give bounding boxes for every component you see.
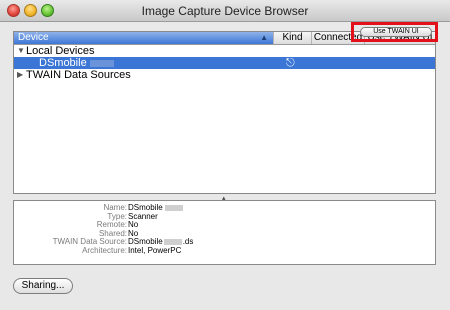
window-title: Image Capture Device Browser: [141, 4, 309, 18]
disclosure-closed-icon[interactable]: ▶: [17, 69, 23, 81]
info-key: Architecture:: [82, 245, 127, 255]
group-twain-data-sources[interactable]: ▶ TWAIN Data Sources: [14, 69, 435, 81]
group-local-devices[interactable]: ▼ Local Devices: [14, 45, 435, 57]
info-value-text: DSmobile: [128, 203, 163, 212]
info-value: Intel, PowerPC: [128, 245, 182, 255]
sharing-button[interactable]: Sharing...: [13, 278, 73, 294]
image-capture-window: Image Capture Device Browser Device ▲ Ki…: [0, 0, 450, 310]
device-list[interactable]: Device ▲ Kind Connected Use TWAIN UI ▼ L…: [13, 31, 436, 194]
redacted-serial: [164, 204, 183, 211]
redacted-serial: [163, 238, 182, 245]
title-bar[interactable]: Image Capture Device Browser: [0, 0, 450, 22]
device-name: DSmobile: [39, 57, 114, 69]
info-value-suffix: .ds: [182, 237, 194, 246]
sort-ascending-icon: ▲: [260, 33, 268, 42]
redacted-serial: [89, 59, 114, 67]
column-device[interactable]: Device ▲: [14, 32, 273, 44]
use-twain-ui-button[interactable]: Use TWAIN UI: [360, 27, 432, 37]
column-kind[interactable]: Kind: [273, 32, 311, 44]
disclosure-open-icon[interactable]: ▼: [17, 45, 25, 57]
device-info-panel: Name: DSmobile Type: Scanner Remote: No …: [13, 200, 436, 265]
column-device-label: Device: [18, 32, 49, 43]
info-row-architecture: Architecture: Intel, PowerPC: [14, 245, 435, 256]
device-row-dsmobile[interactable]: DSmobile ⎋: [14, 57, 435, 69]
device-name-text: DSmobile: [39, 57, 87, 69]
usb-icon: ⎋: [286, 57, 295, 69]
info-value-prefix: DSmobile: [128, 237, 163, 246]
group-twain-label: TWAIN Data Sources: [26, 69, 131, 81]
group-local-devices-label: Local Devices: [26, 45, 95, 57]
